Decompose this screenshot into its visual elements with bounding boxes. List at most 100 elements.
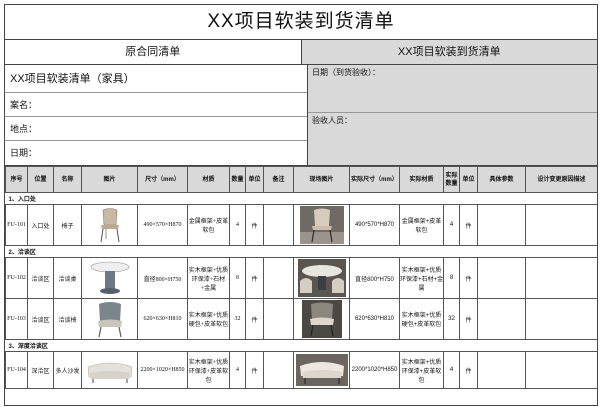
cell-name: 椅子 xyxy=(53,204,82,246)
cell-remark xyxy=(263,351,294,389)
table-row[interactable]: FU-104 深洽区 多人沙发 2200×1020×H850 实木框架+优质环保… xyxy=(5,351,597,389)
col-qty: 数量 xyxy=(229,166,246,193)
sheet-header: 原合同清单 XX项目软装到货清单 xyxy=(5,40,597,65)
cell-remark xyxy=(263,257,294,299)
section-title: 1、入口处 xyxy=(5,192,597,205)
col-detail-params: 具体参数 xyxy=(477,166,526,193)
section-row: 1、入口处 xyxy=(5,192,597,205)
subtitle: XX项目软装清单（家具） xyxy=(5,65,307,93)
cell-image xyxy=(81,351,138,389)
cell-site-photo xyxy=(293,257,350,299)
arrival-date-field[interactable]: 日期（到货验收）： xyxy=(308,65,597,113)
cell-actual-material: 实木框架+优质环保漆+皮革软包 xyxy=(399,351,444,389)
col-size: 尺寸（mm） xyxy=(137,166,188,193)
cell-qty: 8 xyxy=(229,257,246,299)
cell-actual-qty: 32 xyxy=(443,298,460,340)
cell-design-change xyxy=(525,204,597,246)
cell-actual-unit: 件 xyxy=(459,351,478,389)
items-table: 序号 位置 名称 图片 尺寸（mm） 材质 数量 单位 备注 现场图片 实际尺寸… xyxy=(5,166,597,389)
cell-actual-material: 金属框架+皮革软包 xyxy=(399,204,444,246)
cell-design-change xyxy=(525,257,597,299)
location-field[interactable]: 地点： xyxy=(5,117,307,141)
cell-size: 2200×1020×H850 xyxy=(137,351,188,389)
receiver-field[interactable]: 验收人员： xyxy=(308,113,597,165)
cell-actual-unit: 件 xyxy=(459,257,478,299)
col-seq: 序号 xyxy=(5,166,28,193)
sheet-title: XX项目软装到货清单 xyxy=(5,5,597,40)
cell-material: 实木框架+优质环保漆+石材+金属 xyxy=(187,257,230,299)
cell-image xyxy=(81,257,138,299)
col-actual-material: 实际材质 xyxy=(399,166,444,193)
armchair-photo-icon xyxy=(301,300,342,338)
cell-image xyxy=(81,204,138,246)
cell-image xyxy=(81,298,138,340)
cell-detail-params xyxy=(477,257,526,299)
cell-detail-params xyxy=(477,298,526,340)
cell-actual-unit: 件 xyxy=(459,298,478,340)
column-header-row: 序号 位置 名称 图片 尺寸（mm） 材质 数量 单位 备注 现场图片 实际尺寸… xyxy=(5,166,597,193)
arrival-list-header: XX项目软装到货清单 xyxy=(301,40,597,64)
cell-remark xyxy=(263,298,294,340)
chair-photo-icon xyxy=(299,206,344,244)
cell-detail-params xyxy=(477,204,526,246)
cell-qty: 4 xyxy=(229,204,246,246)
section-row: 2、洽谈区 xyxy=(5,245,597,258)
cell-size: 490×570×H870 xyxy=(137,204,188,246)
dining-chair-icon xyxy=(100,208,119,243)
col-site-photo: 现场图片 xyxy=(293,166,350,193)
armchair-icon xyxy=(97,302,122,338)
col-unit: 单位 xyxy=(245,166,264,193)
cell-size: 直径800×H750 xyxy=(137,257,188,299)
cell-unit: 件 xyxy=(245,298,264,340)
col-design-change: 设计变更原因描述 xyxy=(525,166,597,193)
cell-actual-qty: 4 xyxy=(443,351,460,389)
sofa-icon xyxy=(87,362,132,383)
cell-actual-size: 2200*1020*H850 xyxy=(349,351,400,389)
cell-position: 洽谈区 xyxy=(27,298,54,340)
cell-material: 实木框架+优质硬包+皮革软包 xyxy=(187,298,230,340)
col-actual-unit: 单位 xyxy=(459,166,478,193)
cell-remark xyxy=(263,204,294,246)
cell-qty: 4 xyxy=(229,351,246,389)
cell-material: 实木框架+优质环保漆+皮革软包 xyxy=(187,351,230,389)
cell-material: 金属框架+皮革软包 xyxy=(187,204,230,246)
original-contract-header: 原合同清单 xyxy=(5,40,302,64)
cell-seq: FU-103 xyxy=(5,298,28,340)
section-title: 2、洽谈区 xyxy=(5,245,597,258)
cell-actual-material: 实木框架+优质硬包+皮革软包 xyxy=(399,298,444,340)
cell-unit: 件 xyxy=(245,351,264,389)
cell-position: 洽谈区 xyxy=(27,257,54,299)
cell-actual-size: 620*630*H810 xyxy=(349,298,400,340)
col-actual-size: 实际尺寸（mm） xyxy=(349,166,400,193)
cell-design-change xyxy=(525,298,597,340)
cell-site-photo xyxy=(293,351,350,389)
date-field[interactable]: 日期： xyxy=(5,141,307,165)
cell-name: 多人沙发 xyxy=(53,351,82,389)
cell-unit: 件 xyxy=(245,257,264,299)
table-row[interactable]: FU-103 洽谈区 洽谈椅 620×630×H810 实木框架+优质硬包+皮革… xyxy=(5,298,597,340)
info-block: XX项目软装清单（家具） 案名： 地点： 日期： 日期（到货验收）： 验收人员： xyxy=(5,65,597,166)
col-position: 位置 xyxy=(27,166,54,193)
cell-position: 深洽区 xyxy=(27,351,54,389)
table-row[interactable]: FU-102 洽谈区 洽谈桌 直径800×H750 实木框架+优质环保漆+石材+… xyxy=(5,257,597,299)
cell-name: 洽谈桌 xyxy=(53,257,82,299)
case-name-field[interactable]: 案名： xyxy=(5,93,307,117)
col-actual-qty: 实际数量 xyxy=(443,166,460,193)
cell-site-photo xyxy=(293,204,350,246)
cell-actual-qty: 8 xyxy=(443,257,460,299)
cell-position: 入口处 xyxy=(27,204,54,246)
cell-actual-qty: 4 xyxy=(443,204,460,246)
cell-actual-unit: 件 xyxy=(459,204,478,246)
cell-seq: FU-104 xyxy=(5,351,28,389)
section-title: 3、深度洽谈区 xyxy=(5,339,597,352)
table-row[interactable]: FU-101 入口处 椅子 490×570×H870 金属框架+皮革软包 4 件 xyxy=(5,204,597,246)
col-material: 材质 xyxy=(187,166,230,193)
round-table-icon xyxy=(90,261,129,294)
col-remark: 备注 xyxy=(263,166,294,193)
cell-actual-material: 实木框架+优质环保漆+石材+金属 xyxy=(399,257,444,299)
info-left: XX项目软装清单（家具） 案名： 地点： 日期： xyxy=(5,65,308,165)
cell-name: 洽谈椅 xyxy=(53,298,82,340)
cell-size: 620×630×H810 xyxy=(137,298,188,340)
cell-qty: 32 xyxy=(229,298,246,340)
cell-seq: FU-101 xyxy=(5,204,28,246)
